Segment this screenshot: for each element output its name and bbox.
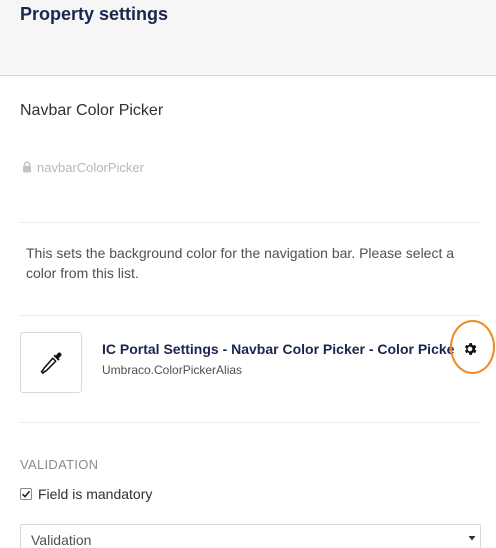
eyedropper-icon <box>40 352 62 374</box>
validation-select-value: Validation <box>31 532 92 548</box>
editor-icon-tile[interactable] <box>20 332 82 393</box>
mandatory-label: Field is mandatory <box>38 486 153 502</box>
gear-icon <box>464 343 477 355</box>
property-alias[interactable]: navbarColorPicker <box>22 159 144 175</box>
divider <box>20 422 480 423</box>
mandatory-checkbox-row[interactable]: Field is mandatory <box>20 485 152 503</box>
divider <box>20 315 480 316</box>
editor-name: IC Portal Settings - Navbar Color Picker… <box>102 341 454 357</box>
settings-header: Property settings <box>0 0 496 76</box>
property-name[interactable]: Navbar Color Picker <box>20 102 163 120</box>
checkmark-icon <box>21 490 31 498</box>
page-title: Property settings <box>20 4 169 24</box>
editor-settings-button[interactable] <box>461 340 479 358</box>
validation-heading: VALIDATION <box>20 457 99 472</box>
lock-icon <box>23 161 31 173</box>
divider <box>20 222 480 223</box>
validation-select[interactable]: Validation <box>20 524 481 548</box>
property-description[interactable]: This sets the background color for the n… <box>26 243 476 283</box>
caret-down-icon <box>468 536 476 541</box>
editor-alias: Umbraco.ColorPickerAlias <box>102 363 243 377</box>
mandatory-checkbox[interactable] <box>20 488 32 500</box>
property-alias-text: navbarColorPicker <box>37 159 144 175</box>
